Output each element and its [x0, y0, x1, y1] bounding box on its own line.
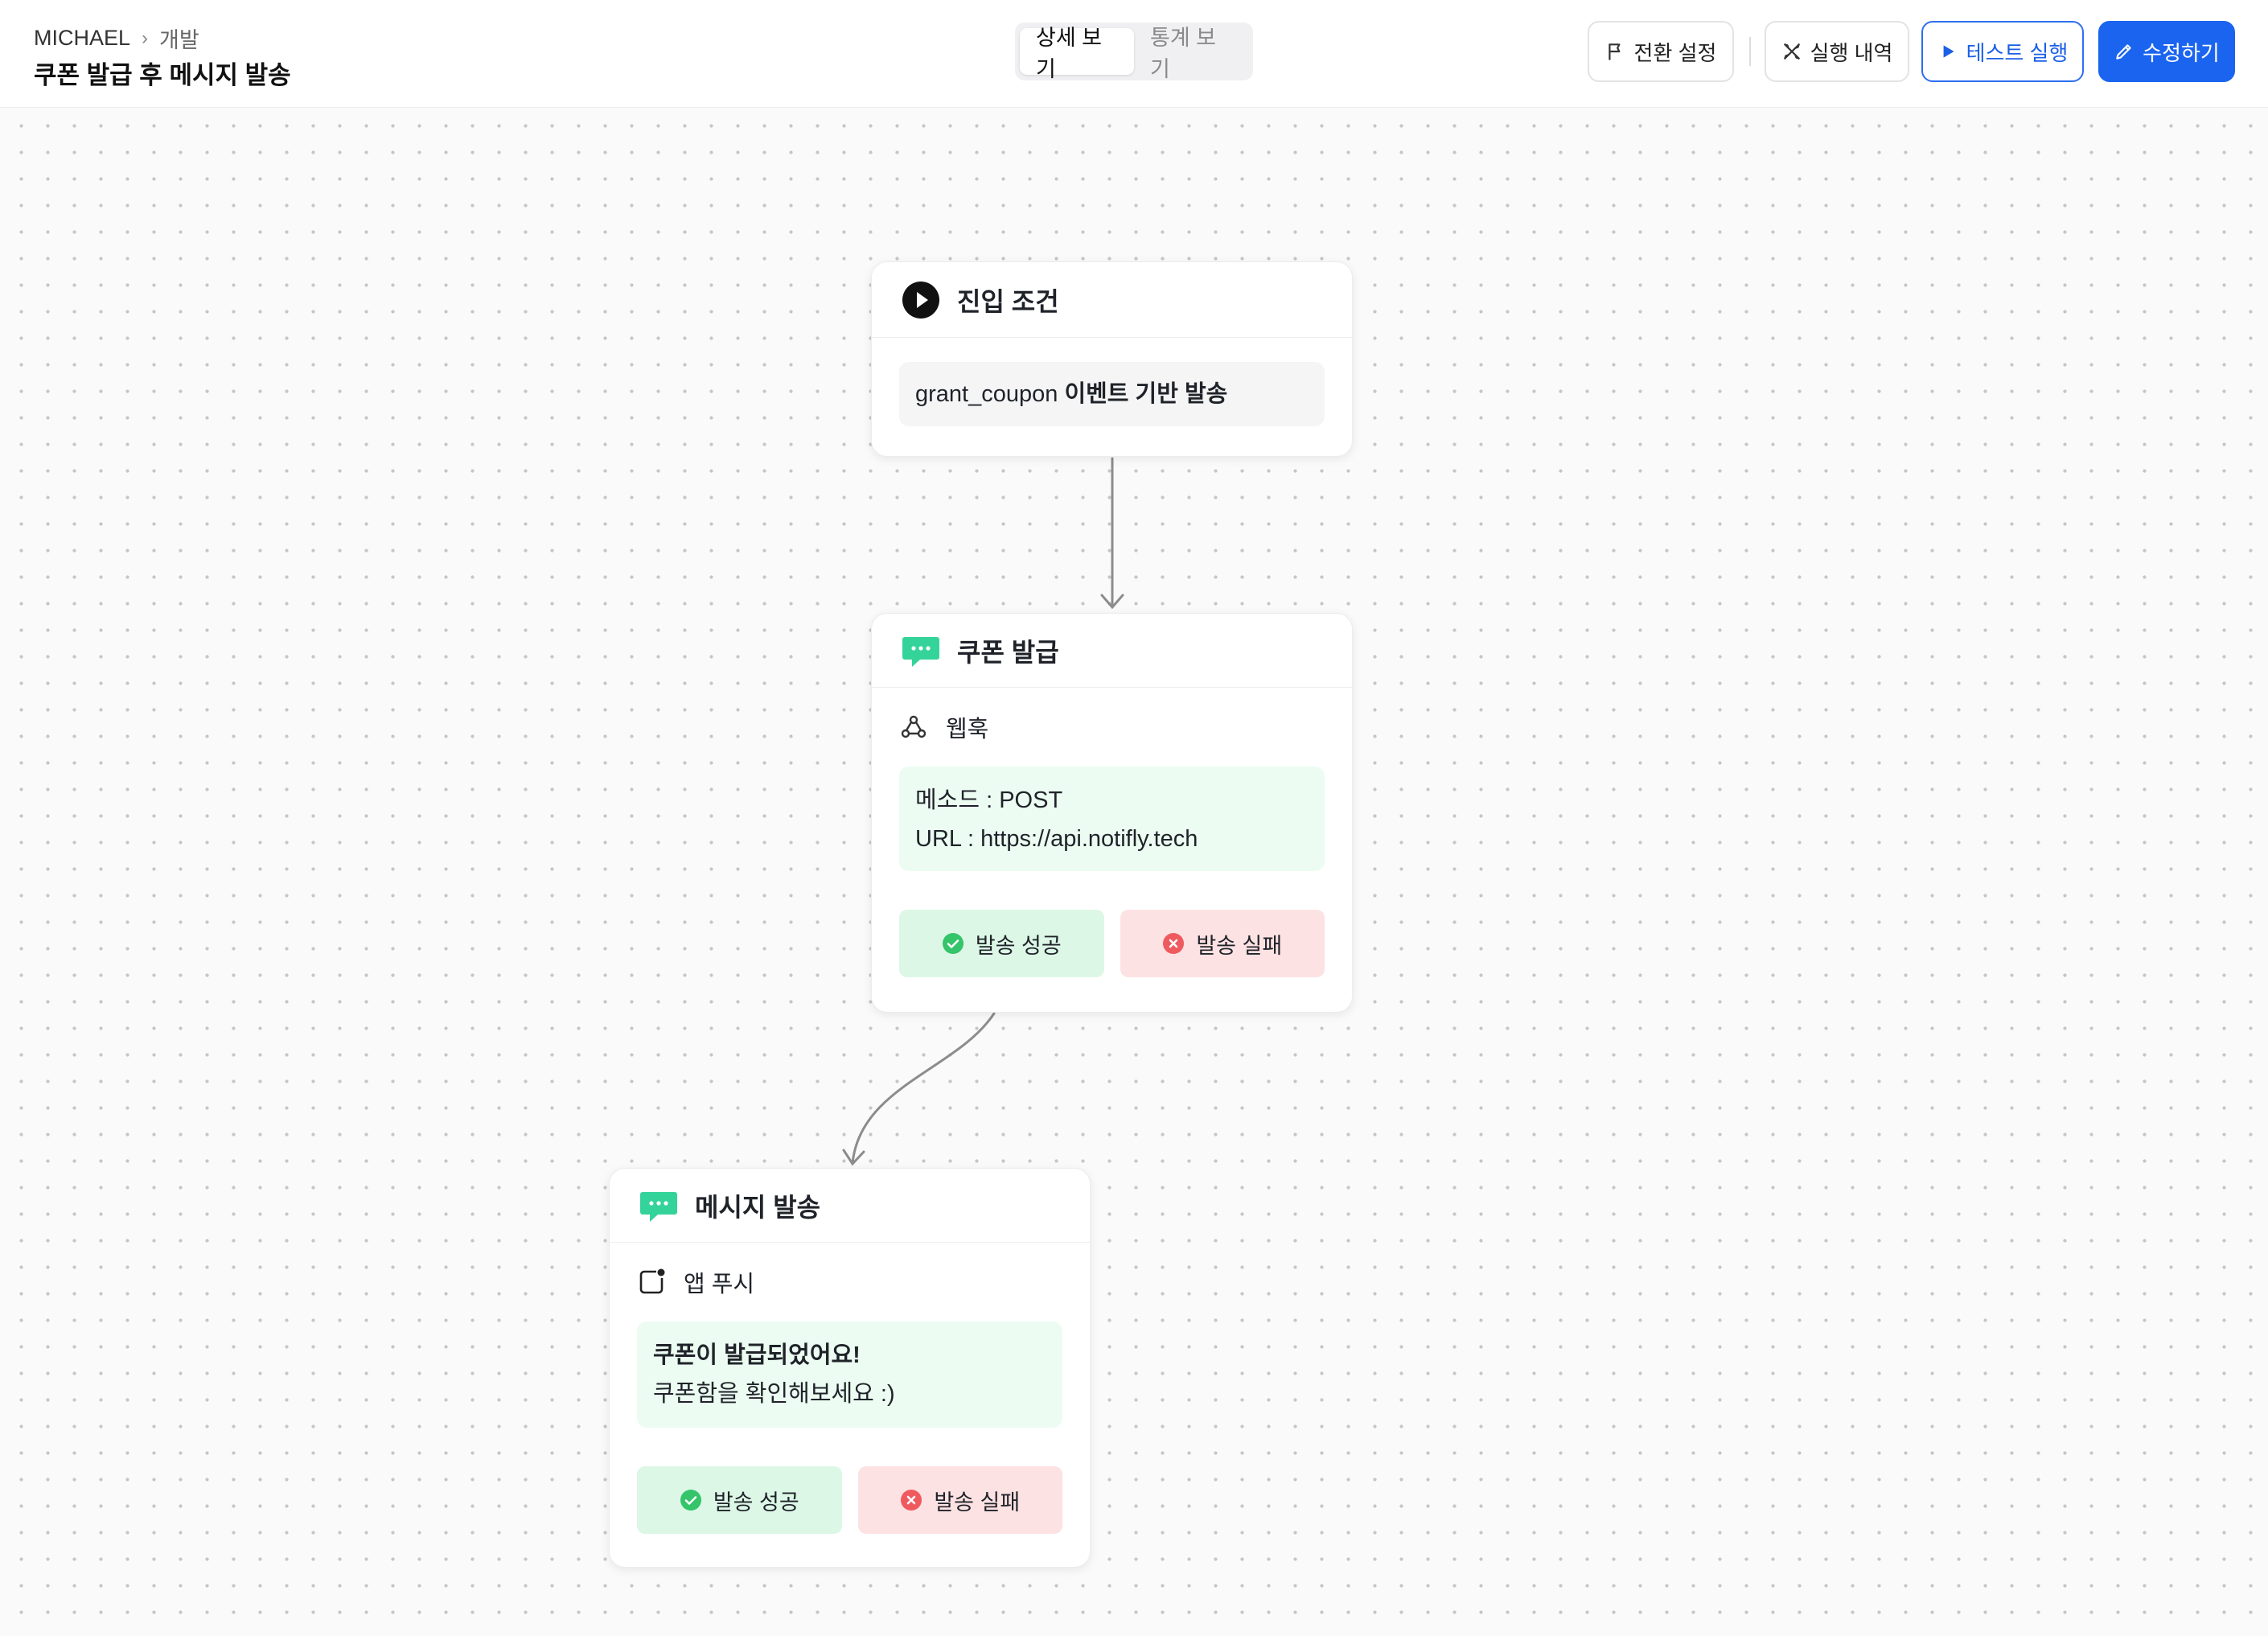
flag-icon	[1608, 43, 1620, 60]
test-run-button[interactable]: 테스트 실행	[1921, 21, 2084, 82]
message-node-title: 메시지 발송	[695, 1192, 821, 1222]
push-preview-box: 쿠폰이 발급되었어요! 쿠폰함을 확인해보세요 :)	[637, 1322, 1062, 1428]
edit-label: 수정하기	[2143, 40, 2220, 65]
coupon-outcome-row: 발송 성공 발송 실패	[899, 910, 1325, 977]
webhook-icon	[901, 715, 927, 738]
message-success-branch[interactable]: 발송 성공	[637, 1466, 842, 1534]
test-run-label: 테스트 실행	[1966, 40, 2069, 65]
chevron-right-icon: ›	[142, 27, 149, 49]
transition-settings-button[interactable]: 전환 설정	[1588, 21, 1734, 82]
page-title: 쿠폰 발급 후 메시지 발송	[34, 61, 291, 89]
play-icon	[1943, 45, 1954, 58]
entry-condition-box: grant_coupon 이벤트 기반 발송	[899, 362, 1325, 426]
coupon-success-label: 발송 성공	[975, 933, 1062, 958]
entry-node-header: 진입 조건	[872, 262, 1352, 338]
breadcrumb: MICHAEL › 개발	[34, 23, 199, 54]
push-body: 쿠폰함을 확인해보세요 :)	[653, 1381, 895, 1407]
coupon-fail-label: 발송 실패	[1196, 933, 1283, 958]
tab-detail-view[interactable]: 상세 보기	[1020, 26, 1134, 81]
run-history-label: 실행 내역	[1810, 40, 1893, 65]
check-circle-icon	[942, 933, 963, 954]
edit-button[interactable]: 수정하기	[2098, 21, 2235, 82]
entry-condition-node[interactable]: 진입 조건 grant_coupon 이벤트 기반 발송	[871, 261, 1353, 457]
message-channel-label: 앱 푸시	[684, 1272, 755, 1297]
view-toggle: 상세 보기 통계 보기	[1015, 23, 1253, 81]
entry-node-title: 진입 조건	[957, 286, 1059, 316]
message-channel-row: 앱 푸시	[637, 1243, 1062, 1322]
message-node-header: 메시지 발송	[610, 1169, 1090, 1243]
coupon-success-branch[interactable]: 발송 성공	[899, 910, 1104, 977]
check-circle-icon	[680, 1490, 701, 1511]
event-name: grant_coupon	[915, 381, 1058, 407]
message-bubble-icon	[640, 1191, 677, 1222]
message-fail-label: 발송 실패	[934, 1490, 1021, 1515]
x-circle-icon	[1163, 933, 1185, 954]
webhook-url: URL : https://api.notifly.tech	[915, 826, 1198, 852]
breadcrumb-environment[interactable]: 개발	[159, 23, 199, 54]
message-send-node[interactable]: 메시지 발송 앱 푸시 쿠폰이 발급되었어요! 쿠폰함을 확인해보세요 :) 발…	[609, 1168, 1091, 1568]
coupon-fail-branch[interactable]: 발송 실패	[1120, 910, 1325, 977]
coupon-channel-label: 웹훅	[946, 717, 989, 742]
coupon-issue-node[interactable]: 쿠폰 발급 웹훅 메소드 : POST URL : https://api.no…	[871, 613, 1353, 1013]
breadcrumb-project[interactable]: MICHAEL	[34, 26, 130, 51]
coupon-node-header: 쿠폰 발급	[872, 614, 1352, 688]
message-fail-branch[interactable]: 발송 실패	[857, 1466, 1062, 1534]
tab-stats-view[interactable]: 통계 보기	[1134, 26, 1248, 81]
pencil-icon	[2116, 44, 2131, 60]
header-divider	[1749, 37, 1751, 66]
webhook-method: 메소드 : POST	[915, 787, 1063, 813]
run-history-button[interactable]: 실행 내역	[1765, 21, 1909, 82]
coupon-channel-row: 웹훅	[899, 688, 1325, 767]
push-title: 쿠폰이 발급되었어요!	[653, 1342, 861, 1368]
message-success-label: 발송 성공	[713, 1490, 799, 1515]
x-circle-icon	[901, 1490, 922, 1511]
condition-text: 이벤트 기반 발송	[1064, 381, 1228, 407]
message-bubble-icon	[902, 636, 939, 667]
top-bar: MICHAEL › 개발 쿠폰 발급 후 메시지 발송 상세 보기 통계 보기 …	[0, 0, 2268, 108]
play-circle-icon	[902, 281, 939, 319]
message-outcome-row: 발송 성공 발송 실패	[637, 1466, 1062, 1534]
transition-settings-label: 전환 설정	[1633, 40, 1717, 65]
tools-icon	[1783, 43, 1800, 60]
coupon-node-title: 쿠폰 발급	[957, 637, 1059, 667]
edge-coupon-to-message	[851, 1012, 996, 1165]
webhook-details-box: 메소드 : POST URL : https://api.notifly.tec…	[899, 767, 1325, 871]
app-push-icon	[639, 1268, 665, 1294]
